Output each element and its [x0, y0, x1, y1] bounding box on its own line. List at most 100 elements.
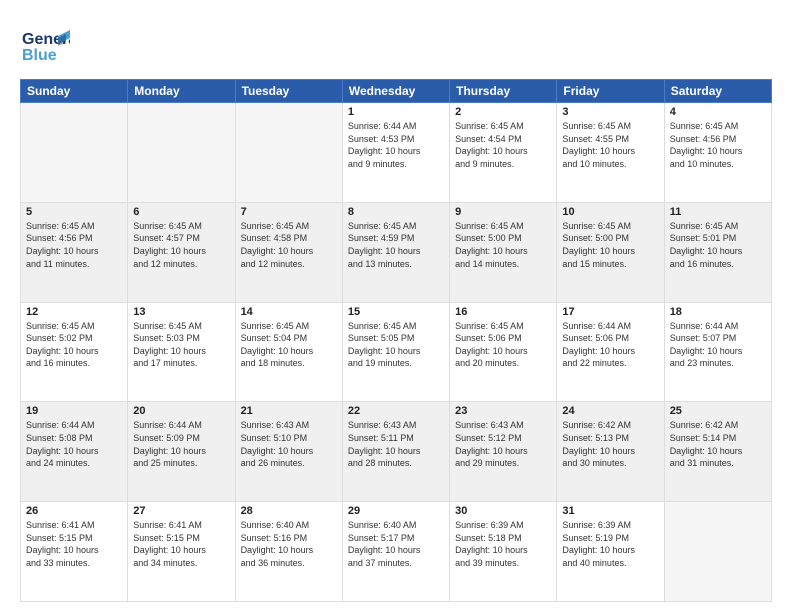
day-number: 9	[455, 206, 551, 218]
header: General Blue	[20, 16, 772, 71]
calendar-cell: 27 Sunrise: 6:41 AM Sunset: 5:15 PM Dayli…	[128, 502, 235, 602]
calendar-cell: 8 Sunrise: 6:45 AM Sunset: 4:59 PM Daylig…	[342, 202, 449, 302]
calendar-cell	[235, 103, 342, 203]
calendar-week-4: 19Sunrise: 6:44 AM Sunset: 5:08 PM Dayli…	[21, 402, 772, 502]
calendar-cell: 12Sunrise: 6:45 AM Sunset: 5:02 PM Dayli…	[21, 302, 128, 402]
day-info: Sunrise: 6:45 AM Sunset: 5:02 PM Dayligh…	[26, 320, 122, 370]
day-info: Sunrise: 6:41 AM Sunset: 5:15 PM Dayligh…	[26, 519, 122, 569]
day-info: Sunrise: 6:45 AM Sunset: 4:59 PM Dayligh…	[348, 220, 444, 270]
day-info: Sunrise: 6:45 AM Sunset: 4:56 PM Dayligh…	[670, 120, 766, 170]
calendar-cell	[664, 502, 771, 602]
weekday-header-monday: Monday	[128, 80, 235, 103]
calendar-cell: 24 Sunrise: 6:42 AM Sunset: 5:13 PM Dayli…	[557, 402, 664, 502]
calendar-header: SundayMondayTuesdayWednesdayThursdayFrid…	[21, 80, 772, 103]
day-number: 16	[455, 306, 551, 318]
calendar-cell	[128, 103, 235, 203]
weekday-header-row: SundayMondayTuesdayWednesdayThursdayFrid…	[21, 80, 772, 103]
calendar-body: 1 Sunrise: 6:44 AM Sunset: 4:53 PM Daylig…	[21, 103, 772, 602]
day-info: Sunrise: 6:42 AM Sunset: 5:14 PM Dayligh…	[670, 419, 766, 469]
day-number: 31	[562, 505, 658, 517]
day-number: 10	[562, 206, 658, 218]
day-info: Sunrise: 6:39 AM Sunset: 5:18 PM Dayligh…	[455, 519, 551, 569]
calendar-cell: 18 Sunrise: 6:44 AM Sunset: 5:07 PM Dayli…	[664, 302, 771, 402]
day-info: Sunrise: 6:44 AM Sunset: 5:06 PM Dayligh…	[562, 320, 658, 370]
calendar-cell: 15 Sunrise: 6:45 AM Sunset: 5:05 PM Dayli…	[342, 302, 449, 402]
calendar-cell: 9 Sunrise: 6:45 AM Sunset: 5:00 PM Daylig…	[450, 202, 557, 302]
calendar-cell: 19Sunrise: 6:44 AM Sunset: 5:08 PM Dayli…	[21, 402, 128, 502]
day-number: 14	[241, 306, 337, 318]
day-info: Sunrise: 6:43 AM Sunset: 5:11 PM Dayligh…	[348, 419, 444, 469]
calendar-table: SundayMondayTuesdayWednesdayThursdayFrid…	[20, 79, 772, 602]
day-number: 26	[26, 505, 122, 517]
day-info: Sunrise: 6:45 AM Sunset: 4:58 PM Dayligh…	[241, 220, 337, 270]
day-info: Sunrise: 6:45 AM Sunset: 5:04 PM Dayligh…	[241, 320, 337, 370]
calendar-week-5: 26 Sunrise: 6:41 AM Sunset: 5:15 PM Dayli…	[21, 502, 772, 602]
day-number: 30	[455, 505, 551, 517]
day-info: Sunrise: 6:45 AM Sunset: 5:03 PM Dayligh…	[133, 320, 229, 370]
day-info: Sunrise: 6:45 AM Sunset: 4:57 PM Dayligh…	[133, 220, 229, 270]
calendar-cell: 21Sunrise: 6:43 AM Sunset: 5:10 PM Dayli…	[235, 402, 342, 502]
weekday-header-saturday: Saturday	[664, 80, 771, 103]
page: General Blue SundayMondayTuesdayWednesda…	[0, 0, 792, 612]
calendar-cell: 23 Sunrise: 6:43 AM Sunset: 5:12 PM Dayli…	[450, 402, 557, 502]
day-info: Sunrise: 6:44 AM Sunset: 5:08 PM Dayligh…	[26, 419, 122, 469]
calendar-cell: 7 Sunrise: 6:45 AM Sunset: 4:58 PM Daylig…	[235, 202, 342, 302]
day-number: 18	[670, 306, 766, 318]
day-info: Sunrise: 6:39 AM Sunset: 5:19 PM Dayligh…	[562, 519, 658, 569]
calendar-cell: 29 Sunrise: 6:40 AM Sunset: 5:17 PM Dayli…	[342, 502, 449, 602]
calendar-cell: 10Sunrise: 6:45 AM Sunset: 5:00 PM Dayli…	[557, 202, 664, 302]
day-number: 17	[562, 306, 658, 318]
calendar-cell: 22 Sunrise: 6:43 AM Sunset: 5:11 PM Dayli…	[342, 402, 449, 502]
day-info: Sunrise: 6:45 AM Sunset: 5:06 PM Dayligh…	[455, 320, 551, 370]
calendar-cell: 16 Sunrise: 6:45 AM Sunset: 5:06 PM Dayli…	[450, 302, 557, 402]
day-info: Sunrise: 6:43 AM Sunset: 5:10 PM Dayligh…	[241, 419, 337, 469]
day-number: 25	[670, 405, 766, 417]
day-info: Sunrise: 6:45 AM Sunset: 5:01 PM Dayligh…	[670, 220, 766, 270]
calendar-cell: 28Sunrise: 6:40 AM Sunset: 5:16 PM Dayli…	[235, 502, 342, 602]
calendar-cell: 5Sunrise: 6:45 AM Sunset: 4:56 PM Daylig…	[21, 202, 128, 302]
day-info: Sunrise: 6:41 AM Sunset: 5:15 PM Dayligh…	[133, 519, 229, 569]
day-number: 23	[455, 405, 551, 417]
day-number: 22	[348, 405, 444, 417]
day-info: Sunrise: 6:44 AM Sunset: 4:53 PM Dayligh…	[348, 120, 444, 170]
day-info: Sunrise: 6:45 AM Sunset: 4:54 PM Dayligh…	[455, 120, 551, 170]
day-info: Sunrise: 6:43 AM Sunset: 5:12 PM Dayligh…	[455, 419, 551, 469]
day-number: 24	[562, 405, 658, 417]
calendar-cell: 1 Sunrise: 6:44 AM Sunset: 4:53 PM Daylig…	[342, 103, 449, 203]
day-number: 1	[348, 106, 444, 118]
day-info: Sunrise: 6:45 AM Sunset: 5:05 PM Dayligh…	[348, 320, 444, 370]
day-info: Sunrise: 6:40 AM Sunset: 5:17 PM Dayligh…	[348, 519, 444, 569]
day-number: 15	[348, 306, 444, 318]
calendar-cell: 11 Sunrise: 6:45 AM Sunset: 5:01 PM Dayli…	[664, 202, 771, 302]
calendar-week-3: 12Sunrise: 6:45 AM Sunset: 5:02 PM Dayli…	[21, 302, 772, 402]
weekday-header-tuesday: Tuesday	[235, 80, 342, 103]
calendar-cell: 13Sunrise: 6:45 AM Sunset: 5:03 PM Dayli…	[128, 302, 235, 402]
calendar-week-1: 1 Sunrise: 6:44 AM Sunset: 4:53 PM Daylig…	[21, 103, 772, 203]
day-number: 6	[133, 206, 229, 218]
calendar-cell	[21, 103, 128, 203]
logo: General Blue	[20, 16, 70, 71]
day-info: Sunrise: 6:44 AM Sunset: 5:09 PM Dayligh…	[133, 419, 229, 469]
calendar-cell: 4 Sunrise: 6:45 AM Sunset: 4:56 PM Daylig…	[664, 103, 771, 203]
calendar-week-2: 5Sunrise: 6:45 AM Sunset: 4:56 PM Daylig…	[21, 202, 772, 302]
day-info: Sunrise: 6:42 AM Sunset: 5:13 PM Dayligh…	[562, 419, 658, 469]
day-number: 11	[670, 206, 766, 218]
calendar-cell: 31 Sunrise: 6:39 AM Sunset: 5:19 PM Dayli…	[557, 502, 664, 602]
calendar-cell: 6 Sunrise: 6:45 AM Sunset: 4:57 PM Daylig…	[128, 202, 235, 302]
day-number: 4	[670, 106, 766, 118]
day-number: 8	[348, 206, 444, 218]
calendar-cell: 14 Sunrise: 6:45 AM Sunset: 5:04 PM Dayli…	[235, 302, 342, 402]
day-number: 2	[455, 106, 551, 118]
day-info: Sunrise: 6:45 AM Sunset: 5:00 PM Dayligh…	[455, 220, 551, 270]
day-number: 29	[348, 505, 444, 517]
calendar-cell: 30 Sunrise: 6:39 AM Sunset: 5:18 PM Dayli…	[450, 502, 557, 602]
logo-icon: General Blue	[20, 16, 70, 71]
weekday-header-wednesday: Wednesday	[342, 80, 449, 103]
day-number: 20	[133, 405, 229, 417]
day-number: 27	[133, 505, 229, 517]
weekday-header-sunday: Sunday	[21, 80, 128, 103]
day-number: 3	[562, 106, 658, 118]
day-number: 5	[26, 206, 122, 218]
day-info: Sunrise: 6:44 AM Sunset: 5:07 PM Dayligh…	[670, 320, 766, 370]
day-number: 7	[241, 206, 337, 218]
